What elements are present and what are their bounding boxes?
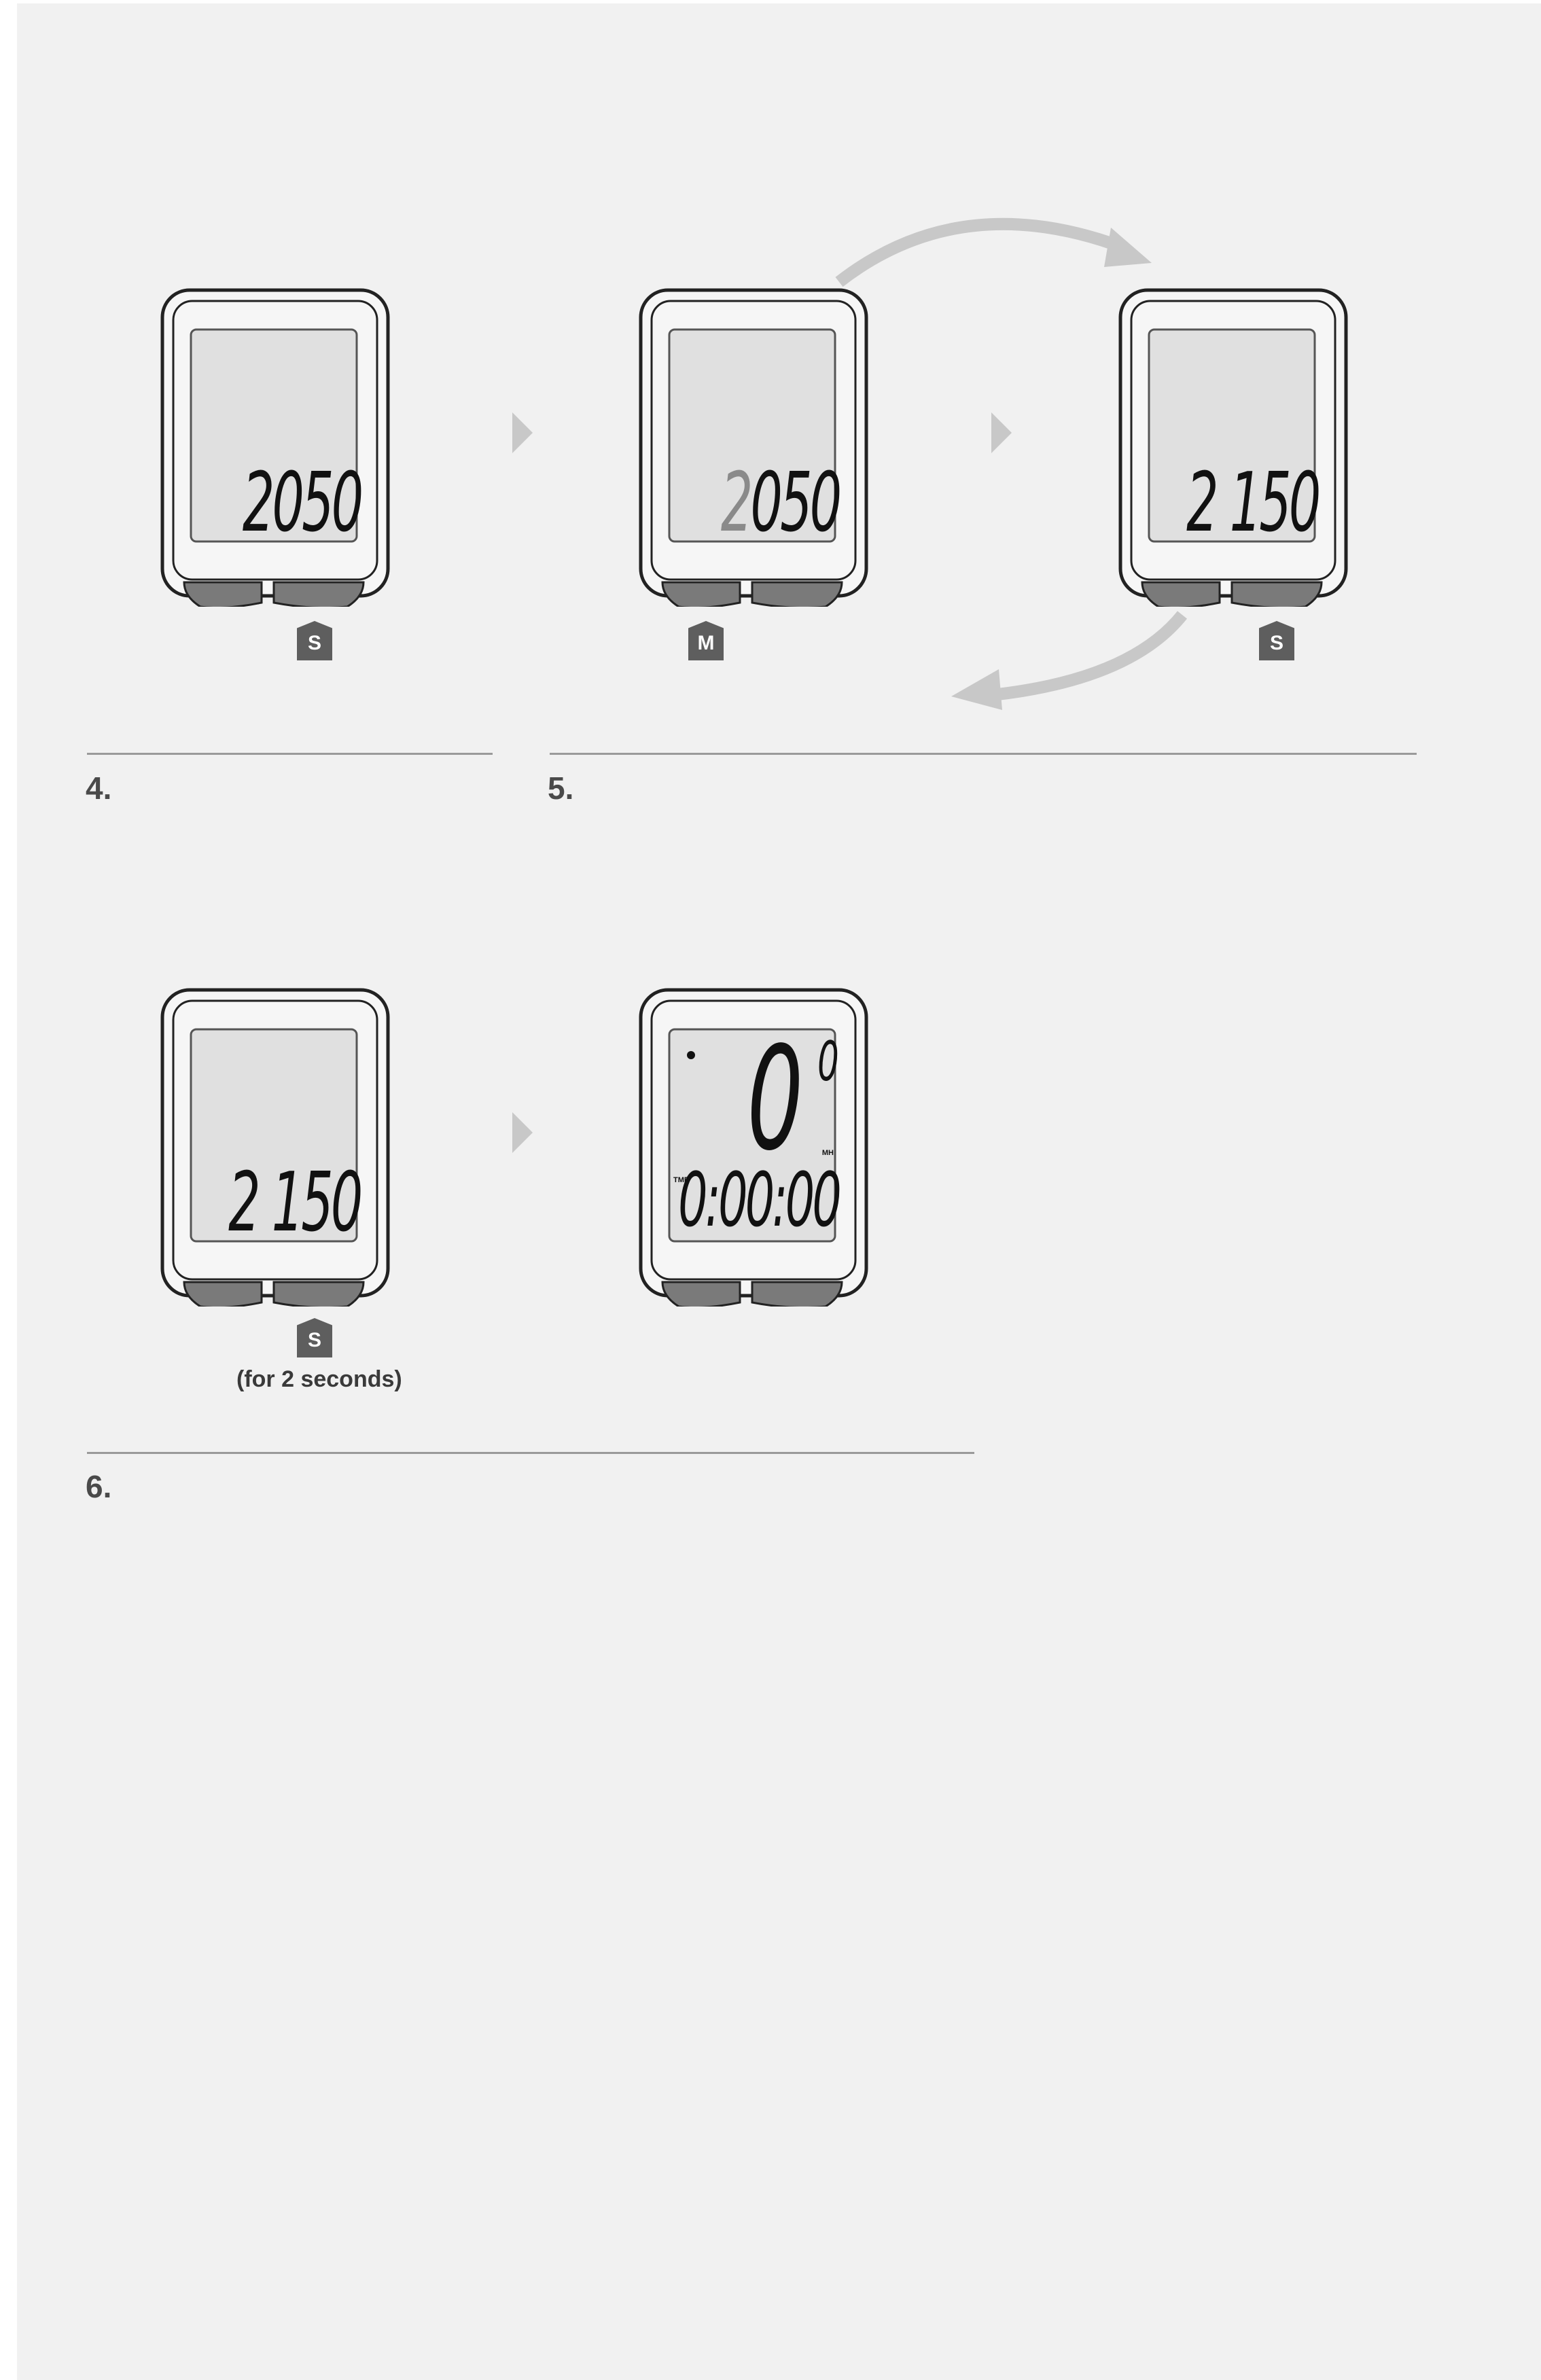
step-number-4: 4. (86, 770, 112, 806)
s-button-badge: S (297, 621, 332, 660)
next-step-arrow-icon (512, 1112, 533, 1153)
cycle-computer-step6-before: 2 150 (160, 987, 391, 1307)
cycle-computer-step4: 2050 (160, 287, 391, 607)
divider-step6 (87, 1452, 974, 1454)
next-step-arrow-icon (991, 412, 1012, 453)
time-value: 0:00:00 (678, 1156, 842, 1243)
s-button-badge: S (297, 1318, 332, 1357)
manual-page: 2050 S 2050 M 2 150 S 4. 5. 2 150 S (for… (17, 3, 1541, 2380)
cycle-computer-step6-after: 0 0 MH TME 0:00:00 (638, 987, 869, 1307)
lcd-value: 2 150 (1186, 456, 1322, 550)
lcd-value: 2 150 (228, 1156, 364, 1250)
divider-step5 (550, 753, 1417, 755)
speed-decimal: 0 (817, 1030, 839, 1093)
hold-duration-note: (for 2 seconds) (236, 1366, 402, 1392)
lcd-value-rest: 050 (750, 456, 842, 550)
speed-value: 0 (747, 1016, 804, 1182)
divider-step4 (87, 753, 493, 755)
next-step-arrow-icon (512, 412, 533, 453)
m-button-badge: M (688, 621, 724, 660)
cycle-arrow-bottom-icon (951, 611, 1188, 710)
step-number-5: 5. (548, 770, 574, 806)
s-button-badge: S (1259, 621, 1294, 660)
step-number-6: 6. (86, 1469, 112, 1504)
cycle-computer-step5-after: 2 150 (1118, 287, 1349, 607)
lcd-value: 2050 (242, 456, 364, 550)
cycle-arrow-top-icon (835, 217, 1152, 287)
lcd-value: 2050 (721, 463, 842, 544)
blinking-digit: 2 (720, 456, 753, 550)
cycle-computer-step5-before: 2050 (638, 287, 869, 607)
